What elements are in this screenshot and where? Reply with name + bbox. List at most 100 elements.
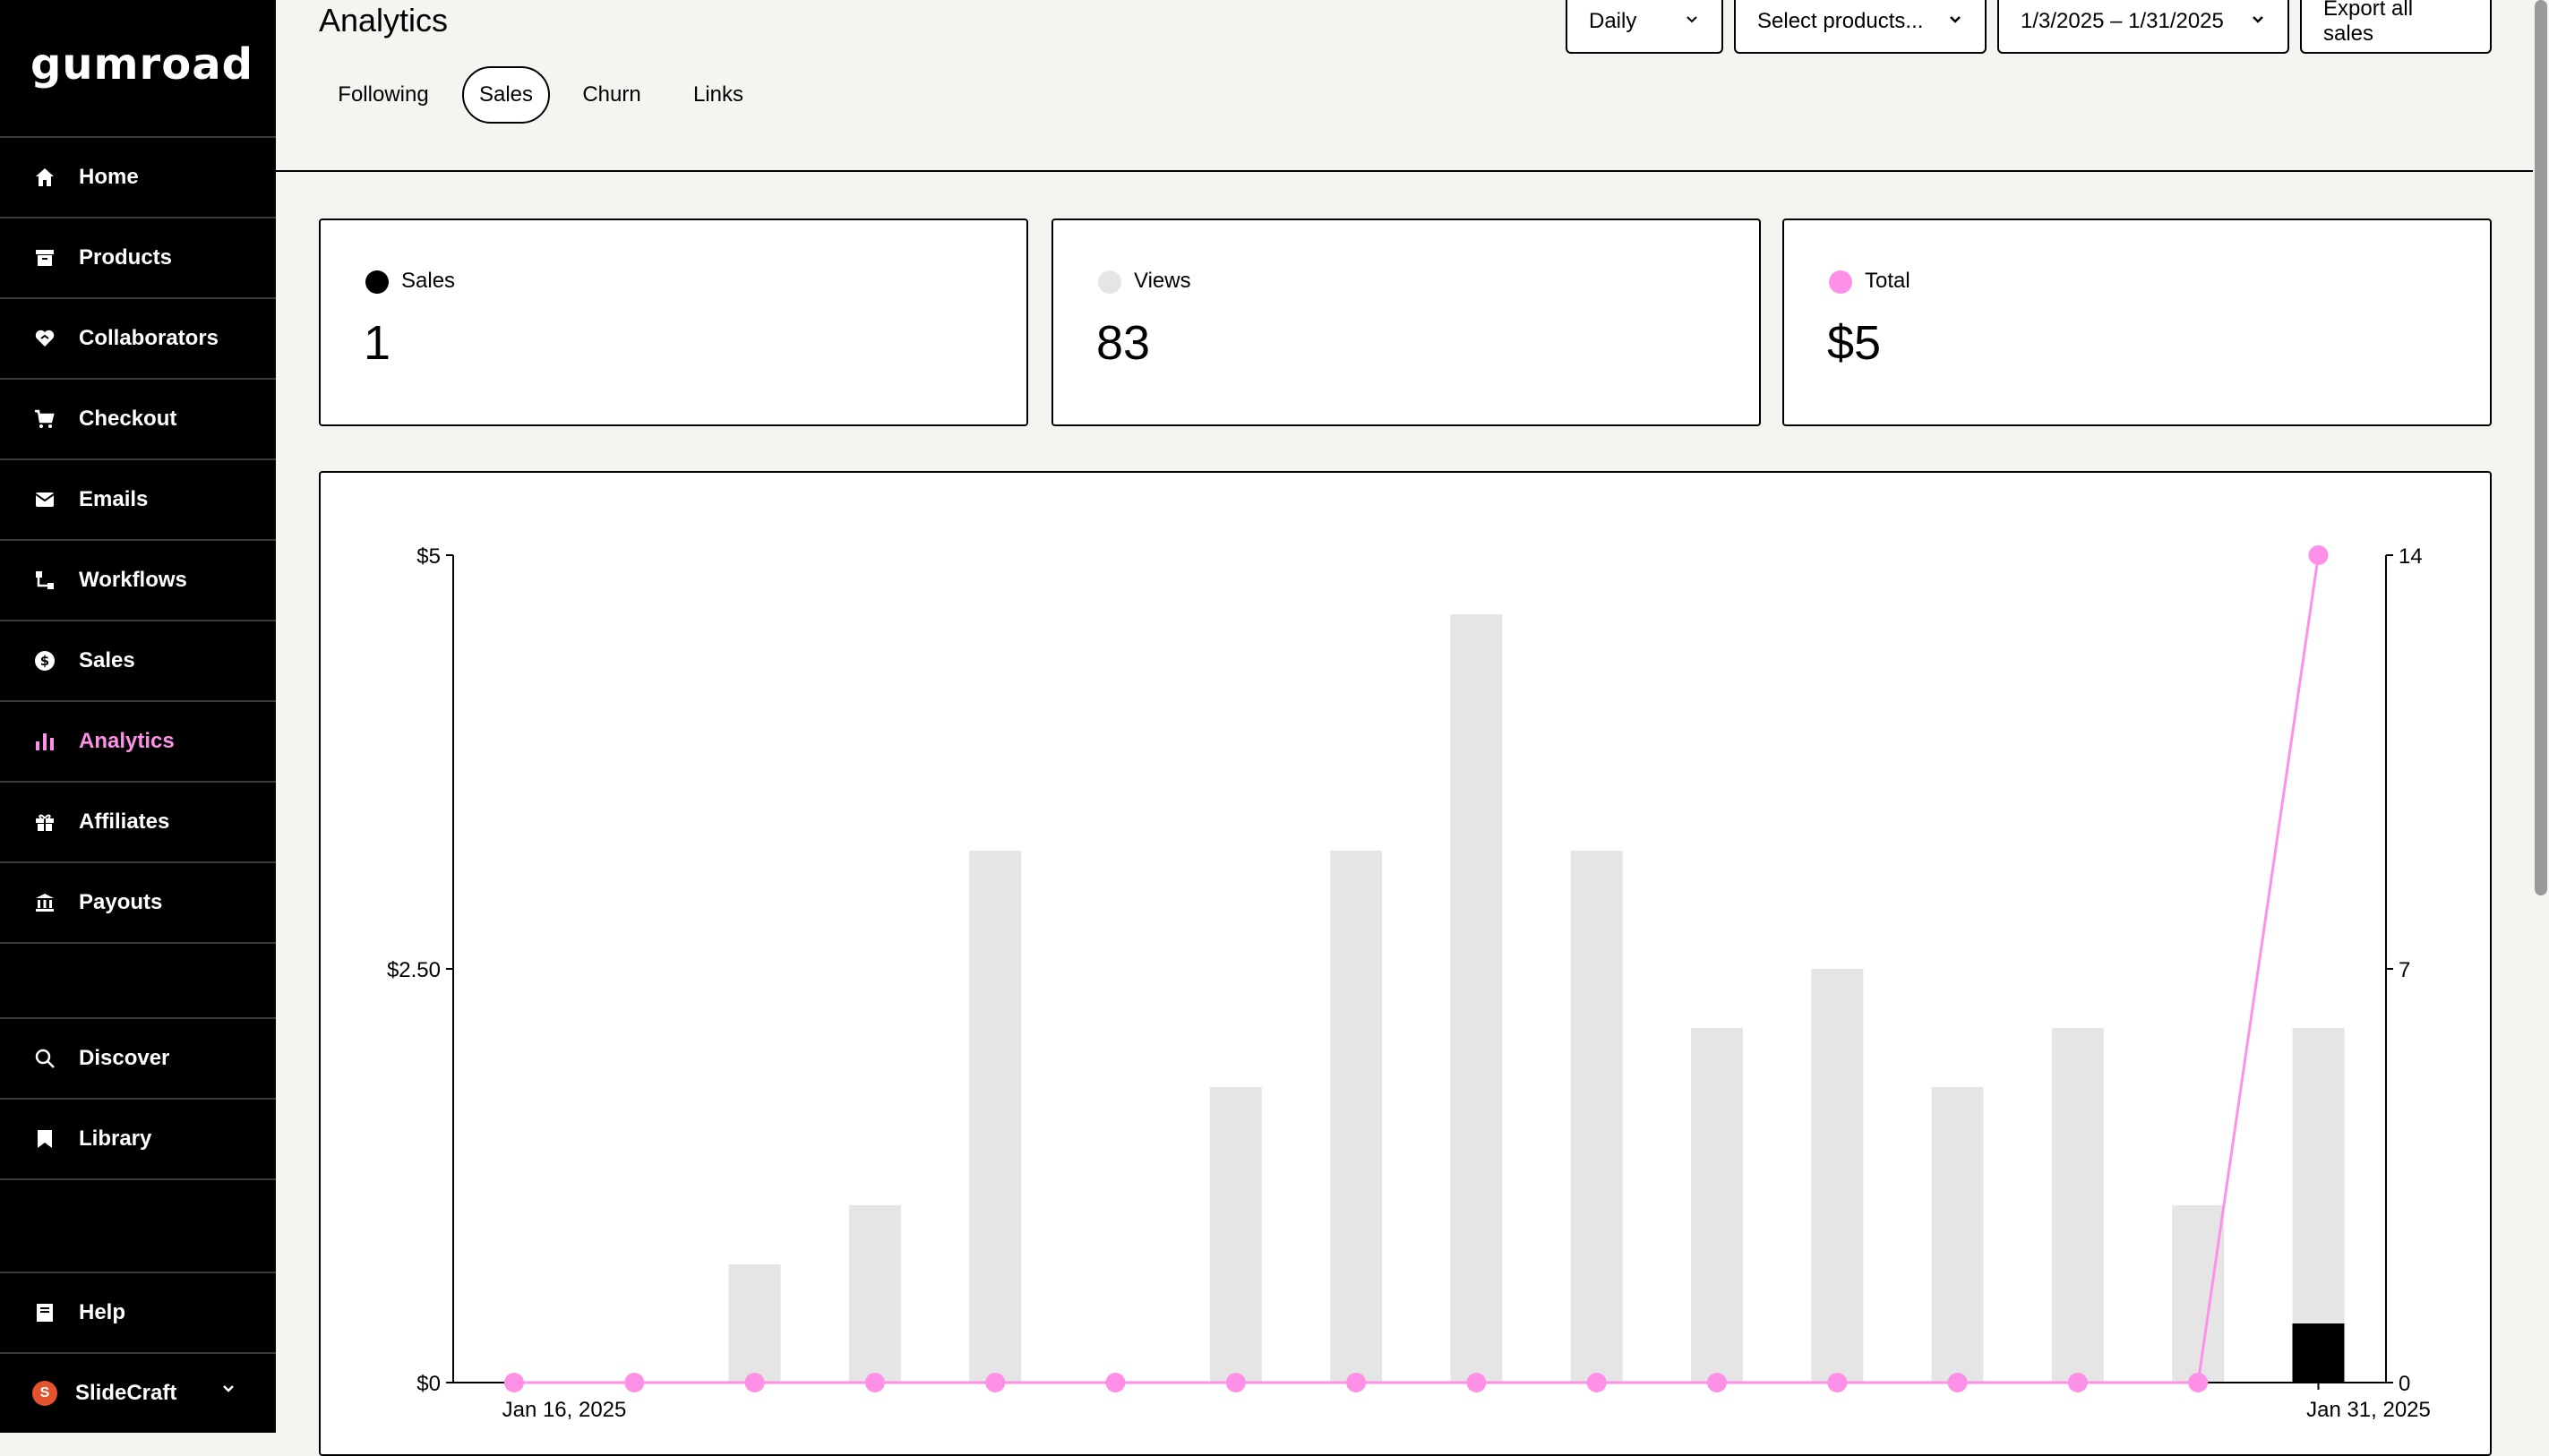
sidebar-divider bbox=[0, 942, 276, 1019]
sidebar-item-label: Workflows bbox=[79, 568, 187, 592]
envelope-icon bbox=[32, 487, 57, 512]
stat-value: 83 bbox=[1096, 316, 1151, 370]
views-bar bbox=[848, 1205, 901, 1383]
svg-text:$: $ bbox=[40, 653, 49, 669]
chevron-down-icon bbox=[220, 1381, 236, 1401]
total-point bbox=[2188, 1373, 2209, 1392]
sidebar-item-emails[interactable]: Emails bbox=[0, 458, 276, 539]
product-select[interactable]: Select products... bbox=[1734, 0, 1987, 54]
user-name: SlideCraft bbox=[75, 1381, 177, 1405]
sidebar-item-label: Help bbox=[79, 1300, 126, 1324]
total-point bbox=[2067, 1373, 2088, 1392]
sidebar: gumroad Home Products Collaborators Chec… bbox=[0, 0, 276, 1433]
left-axis-tick-label: $0 bbox=[416, 1372, 441, 1396]
total-point bbox=[864, 1373, 885, 1392]
total-point bbox=[744, 1373, 765, 1392]
total-point bbox=[1586, 1373, 1607, 1392]
avatar: S bbox=[32, 1381, 57, 1406]
gift-icon bbox=[32, 809, 57, 835]
sidebar-item-label: Sales bbox=[79, 648, 135, 672]
x-axis-tick-label: Jan 16, 2025 bbox=[502, 1398, 627, 1422]
sidebar-item-collaborators[interactable]: Collaborators bbox=[0, 297, 276, 378]
product-select-value: Select products... bbox=[1757, 9, 1924, 33]
views-bar bbox=[1811, 969, 1864, 1383]
sidebar-item-workflows[interactable]: Workflows bbox=[0, 539, 276, 620]
sidebar-item-payouts[interactable]: Payouts bbox=[0, 861, 276, 942]
views-bar bbox=[1931, 1087, 1984, 1383]
views-bar bbox=[1330, 851, 1383, 1383]
sidebar-item-label: Emails bbox=[79, 487, 149, 511]
sidebar-item-label: Products bbox=[79, 245, 173, 270]
right-axis-tick-label: 0 bbox=[2399, 1372, 2410, 1396]
chevron-down-icon bbox=[1947, 9, 1963, 34]
page-title: Analytics bbox=[319, 2, 449, 39]
sidebar-item-discover[interactable]: Discover bbox=[0, 1017, 276, 1098]
views-bar bbox=[2051, 1028, 2104, 1383]
sidebar-item-help[interactable]: Help bbox=[0, 1272, 276, 1352]
x-axis-tick-label: Jan 31, 2025 bbox=[2306, 1398, 2431, 1422]
total-point bbox=[1225, 1373, 1246, 1392]
right-axis-tick-label: 14 bbox=[2399, 544, 2423, 569]
user-menu[interactable]: S SlideCraft bbox=[0, 1352, 276, 1433]
tab-links[interactable]: Links bbox=[677, 66, 760, 124]
stat-card-sales: Sales 1 bbox=[319, 218, 1028, 426]
bar-chart-icon bbox=[32, 729, 57, 754]
sidebar-item-label: Checkout bbox=[79, 407, 177, 431]
sidebar-item-affiliates[interactable]: Affiliates bbox=[0, 781, 276, 861]
cart-icon bbox=[32, 407, 57, 432]
sidebar-divider bbox=[0, 1178, 276, 1272]
sales-bar bbox=[2292, 1323, 2345, 1383]
dollar-circle-icon: $ bbox=[32, 648, 57, 673]
sidebar-item-library[interactable]: Library bbox=[0, 1098, 276, 1178]
date-range-picker[interactable]: 1/3/2025 – 1/31/2025 bbox=[1997, 0, 2289, 54]
sidebar-item-label: Affiliates bbox=[79, 809, 170, 834]
total-point bbox=[1105, 1373, 1126, 1392]
export-label: Export all sales bbox=[2323, 0, 2414, 46]
stat-card-views: Views 83 bbox=[1051, 218, 1761, 426]
sidebar-item-label: Analytics bbox=[79, 729, 175, 753]
total-point bbox=[504, 1373, 524, 1392]
stat-value: $5 bbox=[1827, 316, 1882, 370]
sales-chart-panel: $0 $2.50 $5 0 7 14 Jan 16, 2025 Jan 31, 2025 bbox=[319, 471, 2492, 1456]
stat-card-total: Total $5 bbox=[1782, 218, 2492, 426]
sidebar-item-home[interactable]: Home bbox=[0, 136, 276, 217]
stat-label: Views bbox=[1134, 269, 1191, 293]
sidebar-item-products[interactable]: Products bbox=[0, 217, 276, 297]
stat-label: Sales bbox=[401, 269, 456, 293]
granularity-select[interactable]: Daily bbox=[1566, 0, 1723, 54]
sidebar-item-label: Library bbox=[79, 1126, 152, 1151]
views-bar bbox=[1209, 1087, 1262, 1383]
sidebar-item-sales[interactable]: $ Sales bbox=[0, 620, 276, 700]
bookmark-icon bbox=[32, 1126, 57, 1152]
views-bar bbox=[1691, 1028, 1743, 1383]
sidebar-item-label: Home bbox=[79, 165, 139, 189]
total-point bbox=[624, 1373, 645, 1392]
total-point bbox=[1827, 1373, 1848, 1392]
views-bar bbox=[1450, 614, 1503, 1383]
scrollbar-thumb[interactable] bbox=[2535, 0, 2547, 895]
total-point bbox=[1466, 1373, 1487, 1392]
sales-chart: $0 $2.50 $5 0 7 14 Jan 16, 2025 Jan 31, 2025 bbox=[387, 544, 2431, 1422]
export-all-sales-button[interactable]: Export all sales bbox=[2300, 0, 2492, 54]
views-bar bbox=[2172, 1205, 2225, 1383]
sidebar-item-label: Collaborators bbox=[79, 326, 219, 350]
tab-following[interactable]: Following bbox=[319, 66, 448, 124]
views-bar bbox=[728, 1264, 781, 1383]
views-bar bbox=[969, 851, 1022, 1383]
sidebar-item-checkout[interactable]: Checkout bbox=[0, 378, 276, 458]
bank-icon bbox=[32, 890, 57, 915]
legend-dot-total bbox=[1829, 270, 1852, 294]
left-axis-tick-label: $2.50 bbox=[387, 958, 441, 982]
workflow-icon bbox=[32, 568, 57, 593]
sidebar-item-analytics[interactable]: Analytics bbox=[0, 700, 276, 781]
total-point bbox=[1346, 1373, 1367, 1392]
heart-handshake-icon bbox=[32, 326, 57, 351]
tab-sales[interactable]: Sales bbox=[462, 66, 550, 124]
stat-label: Total bbox=[1865, 269, 1910, 293]
gumroad-logo[interactable]: gumroad bbox=[30, 39, 253, 90]
header-divider bbox=[276, 170, 2549, 172]
home-icon bbox=[32, 165, 57, 190]
avatar-letter: S bbox=[32, 1381, 57, 1406]
total-point bbox=[1707, 1373, 1727, 1392]
tab-churn[interactable]: Churn bbox=[568, 66, 656, 124]
